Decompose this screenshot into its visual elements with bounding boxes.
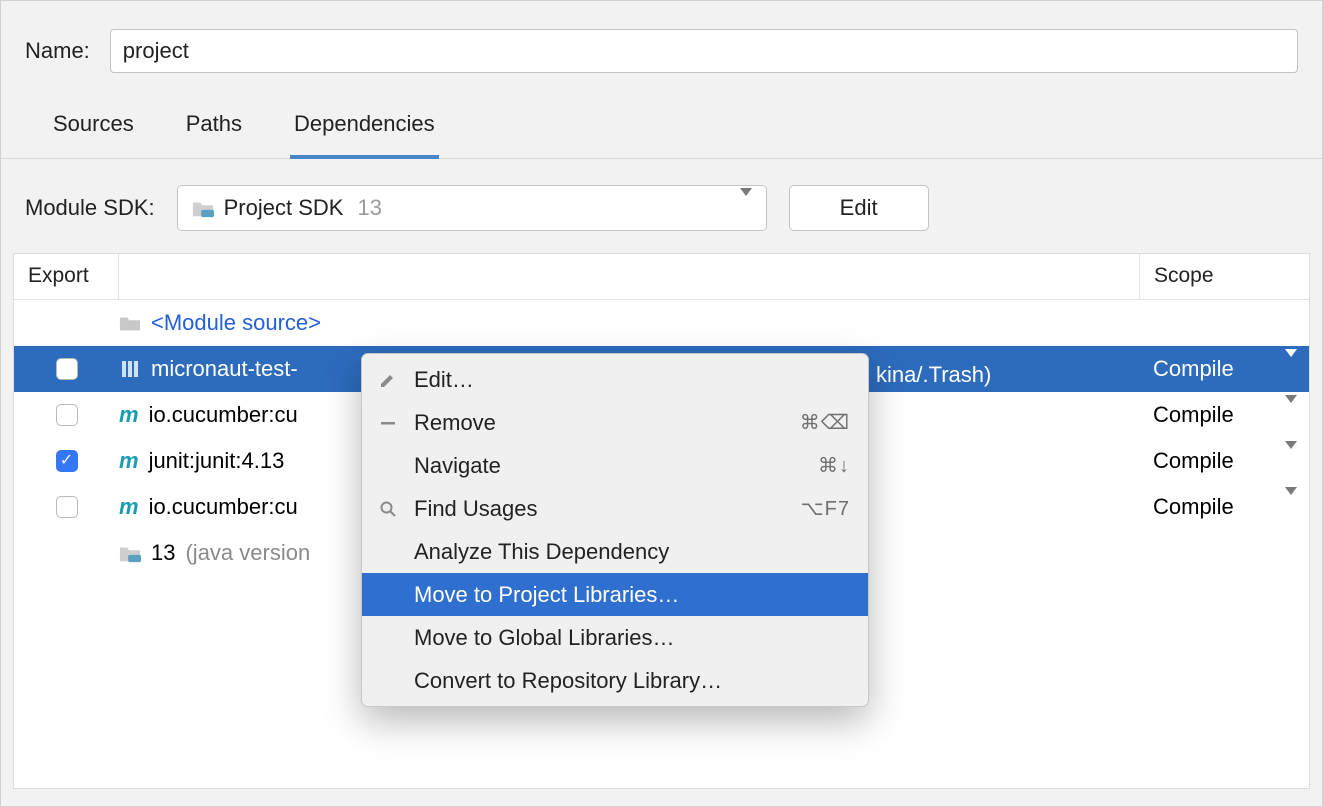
module-sdk-row: Module SDK: Project SDK 13 Edit	[1, 159, 1322, 253]
table-header: Export Scope	[14, 254, 1309, 300]
sdk-selected-version: 13	[357, 195, 381, 221]
selected-row-path-tail: kina/.Trash)	[876, 362, 991, 388]
scope-cell[interactable]: Compile	[1139, 494, 1309, 520]
scope-caret-icon	[1285, 403, 1297, 426]
menu-edit[interactable]: Edit…	[362, 358, 868, 401]
header-export[interactable]: Export	[14, 254, 119, 299]
edit-sdk-button[interactable]: Edit	[789, 185, 929, 231]
table-row[interactable]: <Module source>	[14, 300, 1309, 346]
name-label: Name:	[25, 38, 90, 64]
scope-caret-icon	[1285, 449, 1297, 472]
tabs-row: Sources Paths Dependencies	[1, 83, 1322, 159]
export-cell	[14, 496, 119, 518]
module-name-input[interactable]	[110, 29, 1298, 73]
module-sdk-dropdown[interactable]: Project SDK 13	[177, 185, 767, 231]
name-cell: <Module source>	[119, 310, 1139, 336]
menu-navigate[interactable]: Navigate ⌘↓	[362, 444, 868, 487]
tab-sources[interactable]: Sources	[49, 111, 138, 158]
shortcut-label: ⌘↓	[818, 453, 850, 478]
menu-find-usages[interactable]: Find Usages ⌥F7	[362, 487, 868, 530]
sdk-desc: (java version	[185, 540, 310, 566]
export-checkbox[interactable]	[56, 358, 78, 380]
export-cell	[14, 358, 119, 380]
module-source-label: <Module source>	[151, 310, 321, 336]
maven-icon: m	[119, 496, 139, 518]
minus-icon	[376, 414, 400, 432]
menu-move-global-libraries[interactable]: Move to Global Libraries…	[362, 616, 868, 659]
scope-cell[interactable]: Compile	[1139, 402, 1309, 428]
tab-paths[interactable]: Paths	[182, 111, 246, 158]
check-icon: ✓	[60, 453, 73, 469]
tab-dependencies[interactable]: Dependencies	[290, 111, 439, 159]
context-menu: Edit… Remove ⌘⌫ Navigate ⌘↓ Find Usages …	[361, 353, 869, 707]
module-sdk-label: Module SDK:	[25, 195, 155, 221]
dropdown-caret-icon	[740, 196, 752, 219]
sdk-selected-name: Project SDK	[224, 195, 344, 221]
export-cell: ✓	[14, 450, 119, 472]
header-scope[interactable]: Scope	[1139, 254, 1309, 299]
scope-caret-icon	[1285, 357, 1297, 380]
scope-cell[interactable]: Compile	[1139, 356, 1309, 382]
scope-cell[interactable]: Compile	[1139, 448, 1309, 474]
menu-analyze-dependency[interactable]: Analyze This Dependency	[362, 530, 868, 573]
menu-move-project-libraries[interactable]: Move to Project Libraries…	[362, 573, 868, 616]
shortcut-label: ⌥F7	[801, 496, 850, 521]
sdk-number: 13	[151, 540, 175, 566]
dep-name: io.cucumber:cu	[149, 494, 298, 520]
maven-icon: m	[119, 450, 139, 472]
pencil-icon	[376, 371, 400, 389]
scope-label: Compile	[1153, 356, 1234, 382]
name-row: Name:	[1, 1, 1322, 83]
sdk-folder-icon	[192, 198, 214, 218]
folder-icon	[119, 314, 141, 332]
shortcut-label: ⌘⌫	[800, 410, 850, 435]
dep-name: junit:junit:4.13	[149, 448, 285, 474]
export-checkbox[interactable]	[56, 404, 78, 426]
menu-remove[interactable]: Remove ⌘⌫	[362, 401, 868, 444]
export-cell	[14, 404, 119, 426]
dep-name: micronaut-test-	[151, 356, 298, 382]
export-checkbox[interactable]	[56, 496, 78, 518]
menu-convert-repository-library[interactable]: Convert to Repository Library…	[362, 659, 868, 702]
scope-label: Compile	[1153, 402, 1234, 428]
dep-name: io.cucumber:cu	[149, 402, 298, 428]
search-icon	[376, 500, 400, 518]
scope-label: Compile	[1153, 448, 1234, 474]
scope-caret-icon	[1285, 495, 1297, 518]
scope-label: Compile	[1153, 494, 1234, 520]
library-icon	[119, 359, 141, 379]
maven-icon: m	[119, 404, 139, 426]
export-checkbox[interactable]: ✓	[56, 450, 78, 472]
sdk-folder-icon	[119, 543, 141, 563]
